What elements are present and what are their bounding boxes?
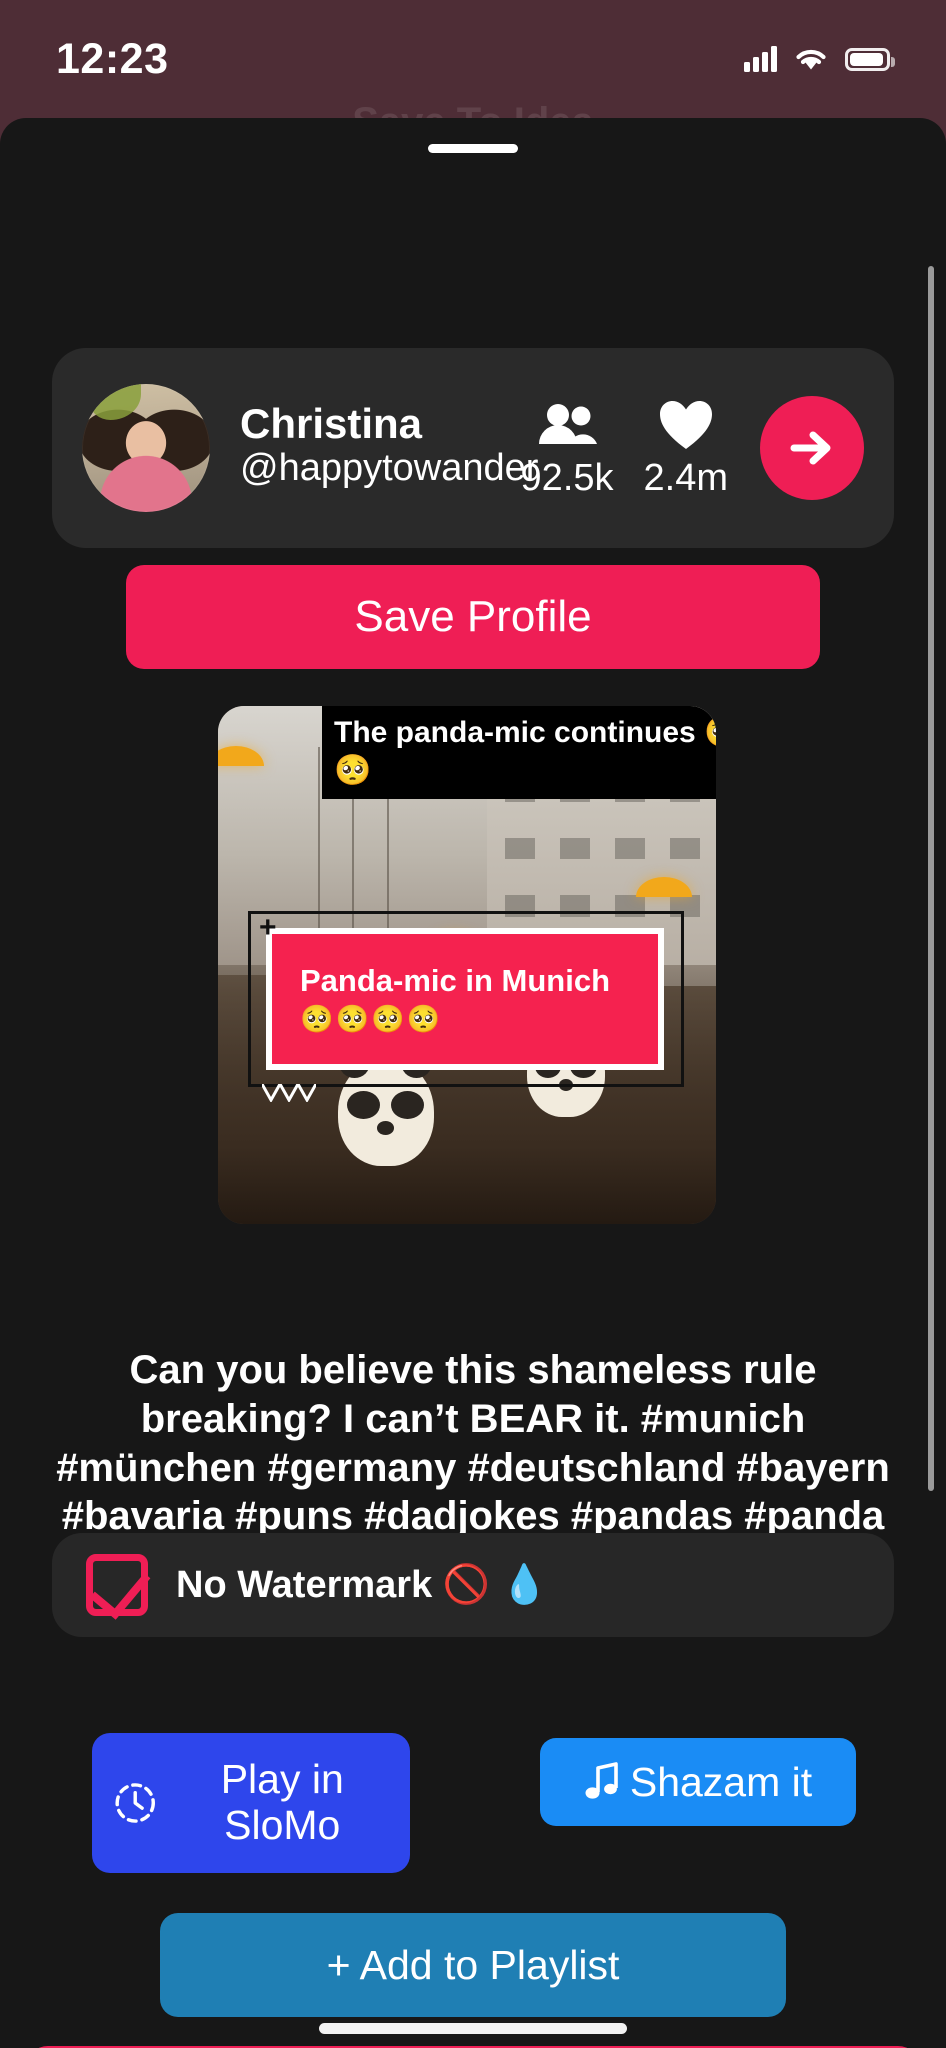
save-profile-button[interactable]: Save Profile [126,565,820,669]
play-in-slomo-label: Play in SloMo [220,1756,344,1848]
heart-icon [658,397,714,453]
sticker-zigzag-icon [262,1084,316,1102]
avatar [82,384,210,512]
share-sheet: Christina @happytowander 92.5k 2.4m Save… [0,118,946,2048]
scrollbar[interactable] [928,266,934,1491]
profile-card[interactable]: Christina @happytowander 92.5k 2.4m [52,348,894,548]
video-sticker: + Panda-mic in Munich 🥺🥺🥺🥺 [259,913,664,1070]
wifi-icon [796,49,826,70]
profile-display-name: Christina [240,400,423,448]
battery-icon [845,47,895,71]
sticker-emojis: 🥺🥺🥺🥺 [300,1003,443,1034]
video-overlay-caption: The panda-mic continues 🥺🥺🥺 [322,706,716,799]
home-indicator [319,2023,627,2034]
profile-stats: 92.5k 2.4m [515,397,732,500]
sticker-handle-icon: + [259,911,277,944]
followers-count: 92.5k [520,456,614,499]
status-indicators [744,46,895,72]
slow-motion-icon [115,1783,155,1823]
add-to-playlist-button[interactable]: + Add to Playlist [160,1913,786,2017]
music-note-icon [585,1762,618,1799]
no-watermark-toggle[interactable]: No Watermark 🚫 💧 [52,1533,894,1637]
shazam-it-button[interactable]: Shazam it [540,1738,856,1826]
stat-followers: 92.5k [517,397,618,500]
open-profile-button[interactable] [760,396,864,500]
phone-screen: 12:23 Save To Idea Christina @happytowan… [0,0,946,2048]
profile-handle: @happytowander [240,447,539,490]
stat-likes: 2.4m [640,397,732,500]
no-watermark-label: No Watermark 🚫 💧 [176,1564,548,1606]
play-in-slomo-button[interactable]: Play in SloMo [92,1733,410,1873]
status-time: 12:23 [56,34,169,83]
post-caption: Can you believe this shameless rule brea… [56,1348,890,1539]
likes-count: 2.4m [643,456,728,499]
sticker-title: Panda-mic in Munich [300,963,611,999]
sheet-drag-handle[interactable] [428,144,518,153]
checkbox-checked-icon[interactable] [86,1554,148,1616]
cellular-bars-icon [744,46,777,72]
arrow-right-icon [790,431,831,465]
profile-name-block: Christina @happytowander [240,400,539,493]
video-thumbnail[interactable]: The panda-mic continues 🥺🥺🥺 + Panda-mic … [218,706,716,1224]
shazam-it-label: Shazam it [629,1758,813,1805]
people-icon [536,397,598,453]
